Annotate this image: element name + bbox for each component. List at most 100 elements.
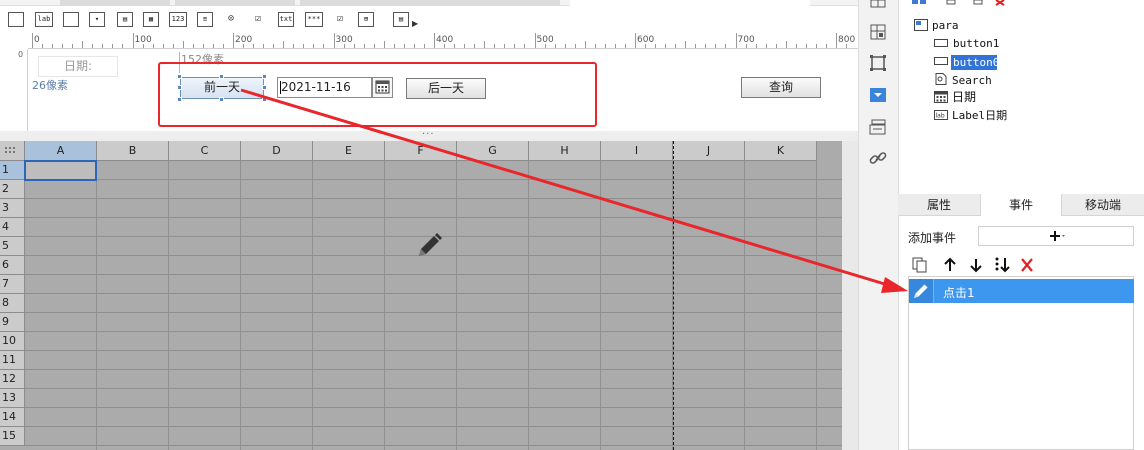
tree-node-label-date[interactable]: Label日期 — [952, 108, 1007, 123]
tree-widget-icon[interactable]: ⊞ — [358, 12, 374, 27]
tab-mobile[interactable]: 移动端 — [1062, 194, 1144, 216]
svg-text:lab: lab — [936, 113, 945, 120]
ruler-tick — [705, 44, 707, 48]
row-header-4[interactable]: 4 — [0, 218, 25, 237]
tree-node-para[interactable]: para — [932, 18, 959, 33]
link-icon[interactable] — [868, 148, 888, 168]
row-header-3[interactable]: 3 — [0, 199, 25, 218]
tree-node-button0[interactable]: button0 — [953, 55, 999, 70]
column-header-k[interactable]: K — [745, 141, 817, 161]
row-header-1[interactable]: 1 — [0, 161, 25, 180]
selected-cell[interactable] — [24, 160, 97, 181]
column-header-g[interactable]: G — [457, 141, 529, 161]
column-header-d[interactable]: D — [241, 141, 313, 161]
vertical-ruler — [14, 49, 28, 131]
more-widgets-icon[interactable]: ▤ — [393, 12, 409, 27]
document-tab[interactable] — [60, 0, 170, 6]
ruler-label: 500 — [536, 35, 554, 45]
widget-toolbar: lab ▾ ▤ ▦ 123 ≡ ⊙ ☑ txt *** ☑ ⊞ ▤ ▶ — [0, 7, 858, 33]
copy-icon[interactable] — [946, 0, 956, 5]
search-doc-icon — [935, 73, 947, 85]
combo-widget-icon[interactable] — [868, 86, 888, 106]
pencil-icon[interactable] — [909, 279, 933, 303]
grid-layout-icon[interactable] — [868, 0, 888, 8]
row-header-6[interactable]: 6 — [0, 256, 25, 275]
number-widget-icon[interactable]: 123 — [169, 12, 187, 27]
textbox-widget-icon[interactable] — [8, 12, 24, 27]
move-down-icon[interactable] — [970, 259, 982, 273]
row-header-14[interactable]: 14 — [0, 408, 25, 427]
date-widget-icon — [934, 91, 948, 103]
checkbox-widget-icon[interactable]: ☑ — [332, 12, 348, 27]
grid-lines — [25, 161, 858, 450]
chart-widget-icon[interactable] — [868, 22, 888, 42]
tab-widget-icon[interactable] — [868, 117, 888, 137]
radio-group-widget-icon[interactable]: ⊙ — [223, 12, 239, 27]
tab-properties[interactable]: 属性 — [898, 194, 980, 216]
tab-events[interactable]: 事件 — [980, 194, 1062, 216]
tree-node-date[interactable]: 日期 — [952, 90, 976, 105]
ruler-tick — [32, 33, 33, 48]
page-break-line — [673, 141, 674, 450]
ruler-tick — [42, 44, 44, 48]
label-widget-icon[interactable]: lab — [35, 12, 53, 27]
column-header-b[interactable]: B — [97, 141, 169, 161]
dropdown-widget-icon[interactable]: ▾ — [89, 12, 105, 27]
document-tab[interactable] — [175, 0, 295, 6]
document-tab-active[interactable] — [570, 0, 810, 6]
ruler-tick — [524, 44, 526, 48]
password-widget-icon[interactable]: *** — [305, 12, 323, 27]
column-header-i[interactable]: I — [601, 141, 673, 161]
tree-node-button1[interactable]: button1 — [953, 36, 999, 51]
ruler-tick — [665, 44, 667, 48]
row-header-12[interactable]: 12 — [0, 370, 25, 389]
column-header-h[interactable]: H — [529, 141, 601, 161]
column-header-a[interactable]: A — [25, 141, 97, 161]
ruler-tick — [102, 44, 104, 48]
textarea-widget-icon[interactable]: ≡ — [197, 12, 213, 27]
row-header-7[interactable]: 7 — [0, 275, 25, 294]
document-tab-strip[interactable] — [0, 0, 858, 6]
collapse-icon[interactable] — [920, 0, 926, 4]
copy-icon[interactable] — [912, 257, 927, 273]
delete-icon[interactable] — [1021, 258, 1033, 272]
ruler-tick — [554, 44, 556, 48]
column-header-f[interactable]: F — [385, 141, 457, 161]
splitter-grip[interactable]: ··· — [422, 129, 435, 140]
frame-widget-icon[interactable] — [868, 53, 888, 73]
row-header-8[interactable]: 8 — [0, 294, 25, 313]
checkbox-group-widget-icon[interactable]: ☑ — [250, 12, 266, 27]
ruler-tick — [263, 44, 265, 48]
event-edit-cell[interactable] — [909, 279, 934, 303]
row-header-9[interactable]: 9 — [0, 313, 25, 332]
row-header-10[interactable]: 10 — [0, 332, 25, 351]
paste-icon[interactable] — [973, 0, 983, 5]
plus-icon[interactable] — [1045, 226, 1065, 246]
row-header-15[interactable]: 15 — [0, 427, 25, 446]
delete-icon[interactable] — [995, 0, 1005, 6]
date-widget-icon[interactable]: ▦ — [143, 12, 159, 27]
ruler-tick — [363, 44, 365, 48]
button-widget-icon — [934, 39, 948, 47]
more-arrow-icon[interactable]: ▶ — [412, 19, 418, 28]
row-header-2[interactable]: 2 — [0, 180, 25, 199]
ruler-tick — [393, 44, 395, 48]
expand-icon[interactable] — [912, 0, 918, 4]
column-header-e[interactable]: E — [313, 141, 385, 161]
button-widget-icon[interactable] — [63, 12, 79, 27]
tree-node-search[interactable]: Search — [952, 73, 992, 88]
column-header-c[interactable]: C — [169, 141, 241, 161]
query-button[interactable]: 查询 — [741, 77, 821, 98]
row-header-5[interactable]: 5 — [0, 237, 25, 256]
date-label-widget[interactable]: 日期: — [38, 56, 118, 77]
dropdown-tree-widget-icon[interactable]: ▤ — [117, 12, 133, 27]
column-header-j[interactable]: J — [673, 141, 745, 161]
text-widget-icon[interactable]: txt — [278, 12, 294, 27]
move-bottom-icon[interactable] — [995, 257, 1010, 273]
grid-select-all[interactable] — [0, 141, 25, 161]
grid-vertical-scrollbar[interactable] — [842, 141, 858, 450]
row-header-11[interactable]: 11 — [0, 351, 25, 370]
row-header-13[interactable]: 13 — [0, 389, 25, 408]
move-up-icon[interactable] — [944, 257, 956, 271]
document-tab[interactable] — [300, 0, 560, 6]
